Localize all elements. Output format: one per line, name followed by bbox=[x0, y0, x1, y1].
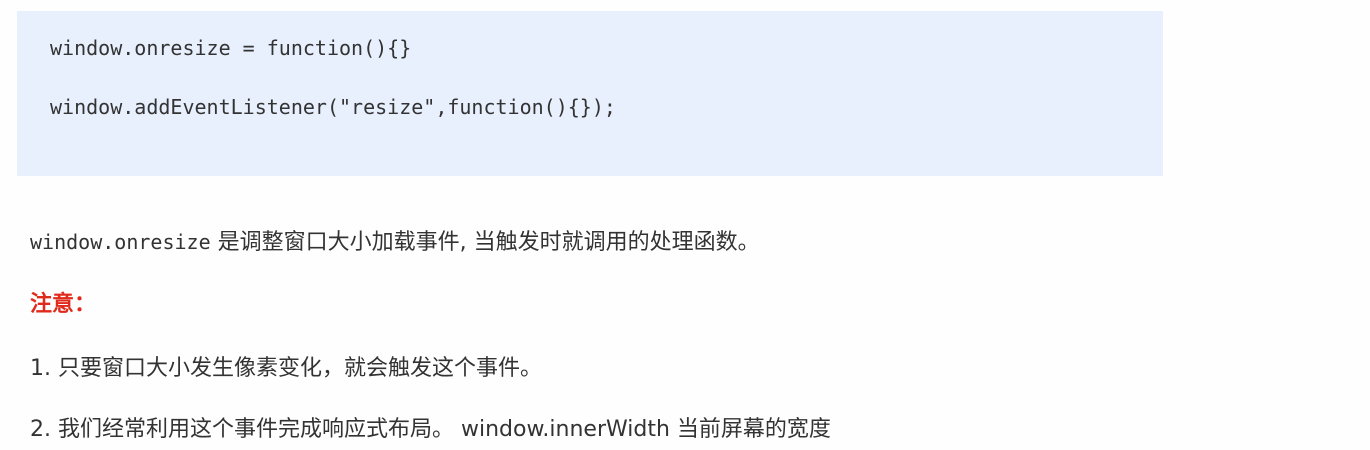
note-item-1: 1. 只要窗口大小发生像素变化，就会触发这个事件。 bbox=[30, 356, 542, 381]
code-line-onresize: window.onresize = function(){} bbox=[50, 36, 412, 60]
code-block: window.onresize = function(){} window.ad… bbox=[17, 11, 1163, 176]
description-code-term: window.onresize bbox=[30, 230, 211, 254]
code-line-add-event-listener: window.addEventListener("resize",functio… bbox=[50, 95, 616, 119]
note-label: 注意： bbox=[30, 292, 97, 317]
description-paragraph: window.onresize 是调整窗口大小加载事件, 当触发时就调用的处理函… bbox=[30, 227, 760, 258]
note-item-2: 2. 我们经常利用这个事件完成响应式布局。 window.innerWidth … bbox=[30, 417, 831, 442]
description-text: 是调整窗口大小加载事件, 当触发时就调用的处理函数。 bbox=[210, 230, 760, 255]
